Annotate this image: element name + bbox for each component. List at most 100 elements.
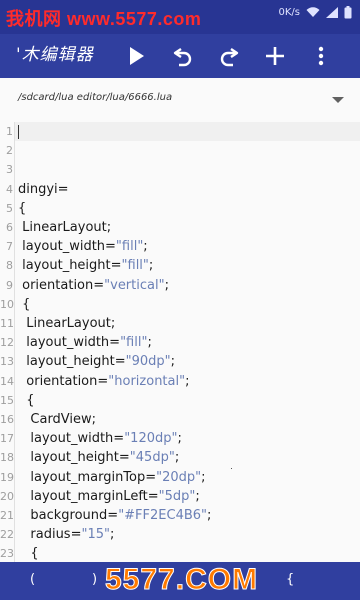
status-icons: 0K/s <box>279 6 353 19</box>
symbol-key[interactable]: { <box>286 572 294 587</box>
code-line[interactable]: 19 layout_marginTop="20dp"; <box>0 468 360 487</box>
code-line[interactable]: 13 layout_height="90dp"; <box>0 352 360 371</box>
redo-button[interactable] <box>211 38 247 74</box>
code-line[interactable]: 16 CardView; <box>0 410 360 429</box>
code-token: ; <box>201 469 206 485</box>
code-token: layout_height= <box>18 258 122 274</box>
code-line[interactable]: 8 layout_height="fill"; <box>0 256 360 275</box>
code-token: LinearLayout; <box>18 220 112 235</box>
code-text: LinearLayout; <box>18 218 111 237</box>
code-token: layout_width= <box>18 431 125 447</box>
code-token: ; <box>170 354 176 370</box>
line-number: 7 <box>6 240 13 254</box>
more-vert-icon <box>318 46 324 66</box>
code-token: { <box>18 392 35 408</box>
string-literal: "15" <box>81 527 110 543</box>
line-number: 12 <box>0 336 14 350</box>
code-line[interactable]: 20 layout_marginLeft="5dp"; <box>0 487 360 506</box>
code-text: background="#FF2EC4B6"; <box>18 506 211 525</box>
code-token: layout_width= <box>18 239 116 255</box>
code-token: orientation= <box>18 373 109 389</box>
code-token: ; <box>195 488 200 504</box>
code-line[interactable]: 12 layout_width="fill"; <box>0 333 360 352</box>
string-literal: "fill" <box>121 258 149 274</box>
code-line[interactable]: 17 layout_width="120dp"; <box>0 429 360 448</box>
code-text: LinearLayout; <box>18 314 115 333</box>
code-line[interactable]: 3 <box>0 160 360 179</box>
code-line[interactable]: 18 layout_height="45dp"; <box>0 448 360 467</box>
code-token: ; <box>174 450 180 466</box>
symbol-key[interactable]: ) <box>92 572 97 587</box>
line-number: 14 <box>0 374 14 388</box>
code-token: radius= <box>18 527 82 543</box>
site-watermark: 我机网 www.5577.com <box>6 9 202 29</box>
code-line[interactable]: 4 dingyi= <box>0 180 360 199</box>
code-line[interactable]: 14 orientation="horizontal"; <box>0 372 360 391</box>
code-token: background= <box>18 508 119 523</box>
file-path-selector[interactable]: /sdcard/lua editor/lua/6666.lua <box>0 78 360 122</box>
wifi-icon <box>306 7 320 18</box>
line-number: 4 <box>6 182 13 196</box>
code-text: dingyi= <box>18 180 69 199</box>
line-number: 6 <box>6 221 13 234</box>
code-line[interactable]: 22 radius="15"; <box>0 525 360 544</box>
code-line[interactable]: 10 { <box>0 295 360 314</box>
line-number: 13 <box>0 355 14 369</box>
file-path: /sdcard/lua editor/lua/6666.lua <box>18 92 173 103</box>
code-text: { <box>18 199 26 218</box>
redo-icon <box>220 48 239 67</box>
code-token: ; <box>164 277 169 293</box>
code-line[interactable]: 2 <box>0 141 360 160</box>
code-editor[interactable]: 1 2 3 4 dingyi= 5{6 LinearLayout; 7 layout_wid… <box>0 122 360 562</box>
code-line[interactable]: 1 <box>0 122 360 141</box>
app-title: '木编辑器 <box>16 45 94 65</box>
string-literal: "5dp" <box>158 488 196 504</box>
code-line[interactable]: 11 LinearLayout; <box>0 314 360 333</box>
line-number: 20 <box>0 489 14 503</box>
code-token: ; <box>185 373 190 389</box>
code-text: { <box>18 391 35 410</box>
code-token: { <box>18 200 27 216</box>
code-line[interactable]: 6 LinearLayout; <box>0 218 360 237</box>
code-line[interactable]: 9 orientation="vertical"; <box>0 276 360 295</box>
code-token: ; <box>148 258 154 274</box>
undo-button[interactable] <box>165 38 201 74</box>
code-token: ; <box>207 508 212 523</box>
code-line[interactable]: 5{ <box>0 199 360 218</box>
code-text: radius="15"; <box>18 525 114 544</box>
string-literal: "45dp" <box>129 450 175 466</box>
battery-icon <box>344 6 352 19</box>
code-line[interactable]: 21 background="#FF2EC4B6"; <box>0 506 360 525</box>
add-button[interactable] <box>257 38 293 74</box>
undo-icon <box>173 48 192 67</box>
code-token: { <box>18 546 39 562</box>
code-token: layout_height= <box>18 354 126 370</box>
code-token: LinearLayout; <box>18 316 116 331</box>
code-token: CardView; <box>18 412 97 427</box>
code-token: ; <box>147 335 152 351</box>
code-text: layout_width="fill"; <box>18 237 148 256</box>
code-token: layout_width= <box>18 335 121 351</box>
code-text: layout_width="120dp"; <box>18 429 182 448</box>
code-text: orientation="horizontal"; <box>18 372 189 391</box>
code-line[interactable]: 7 layout_width="fill"; <box>0 237 360 256</box>
dropdown-arrow-icon[interactable] <box>330 94 346 106</box>
code-token: { <box>18 296 31 312</box>
play-icon <box>130 47 144 65</box>
symbol-key[interactable]: ( <box>30 572 35 587</box>
code-token: ; <box>177 431 182 447</box>
string-literal: "90dp" <box>125 354 171 370</box>
more-options-button[interactable] <box>303 38 339 74</box>
line-number: 11 <box>0 317 14 330</box>
code-text: CardView; <box>18 410 96 429</box>
line-number: 15 <box>0 393 14 407</box>
line-number: 9 <box>6 278 13 292</box>
code-token: layout_marginLeft= <box>18 488 159 504</box>
line-number: 3 <box>6 163 13 177</box>
run-button[interactable] <box>119 38 155 74</box>
line-number: 10 <box>0 297 14 311</box>
line-number: 2 <box>6 144 13 158</box>
line-number: 21 <box>0 509 14 522</box>
code-line[interactable]: 23 { <box>0 544 360 562</box>
code-line[interactable]: 15 { <box>0 391 360 410</box>
